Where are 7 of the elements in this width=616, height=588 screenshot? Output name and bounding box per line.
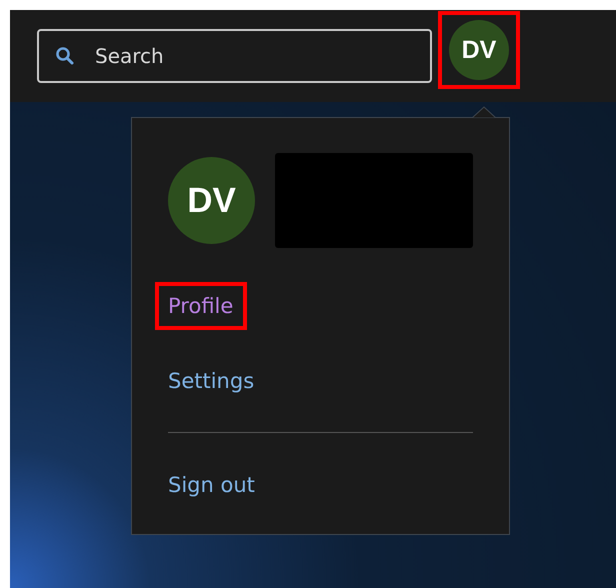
avatar-button[interactable]: DV <box>449 20 509 80</box>
avatar: DV <box>168 157 255 244</box>
menu-link[interactable]: Profile <box>168 294 234 318</box>
search-icon <box>55 46 75 66</box>
menu-link[interactable]: Sign out <box>168 472 255 496</box>
menu-link[interactable]: Settings <box>168 368 254 392</box>
search-field[interactable]: Search <box>37 29 432 83</box>
